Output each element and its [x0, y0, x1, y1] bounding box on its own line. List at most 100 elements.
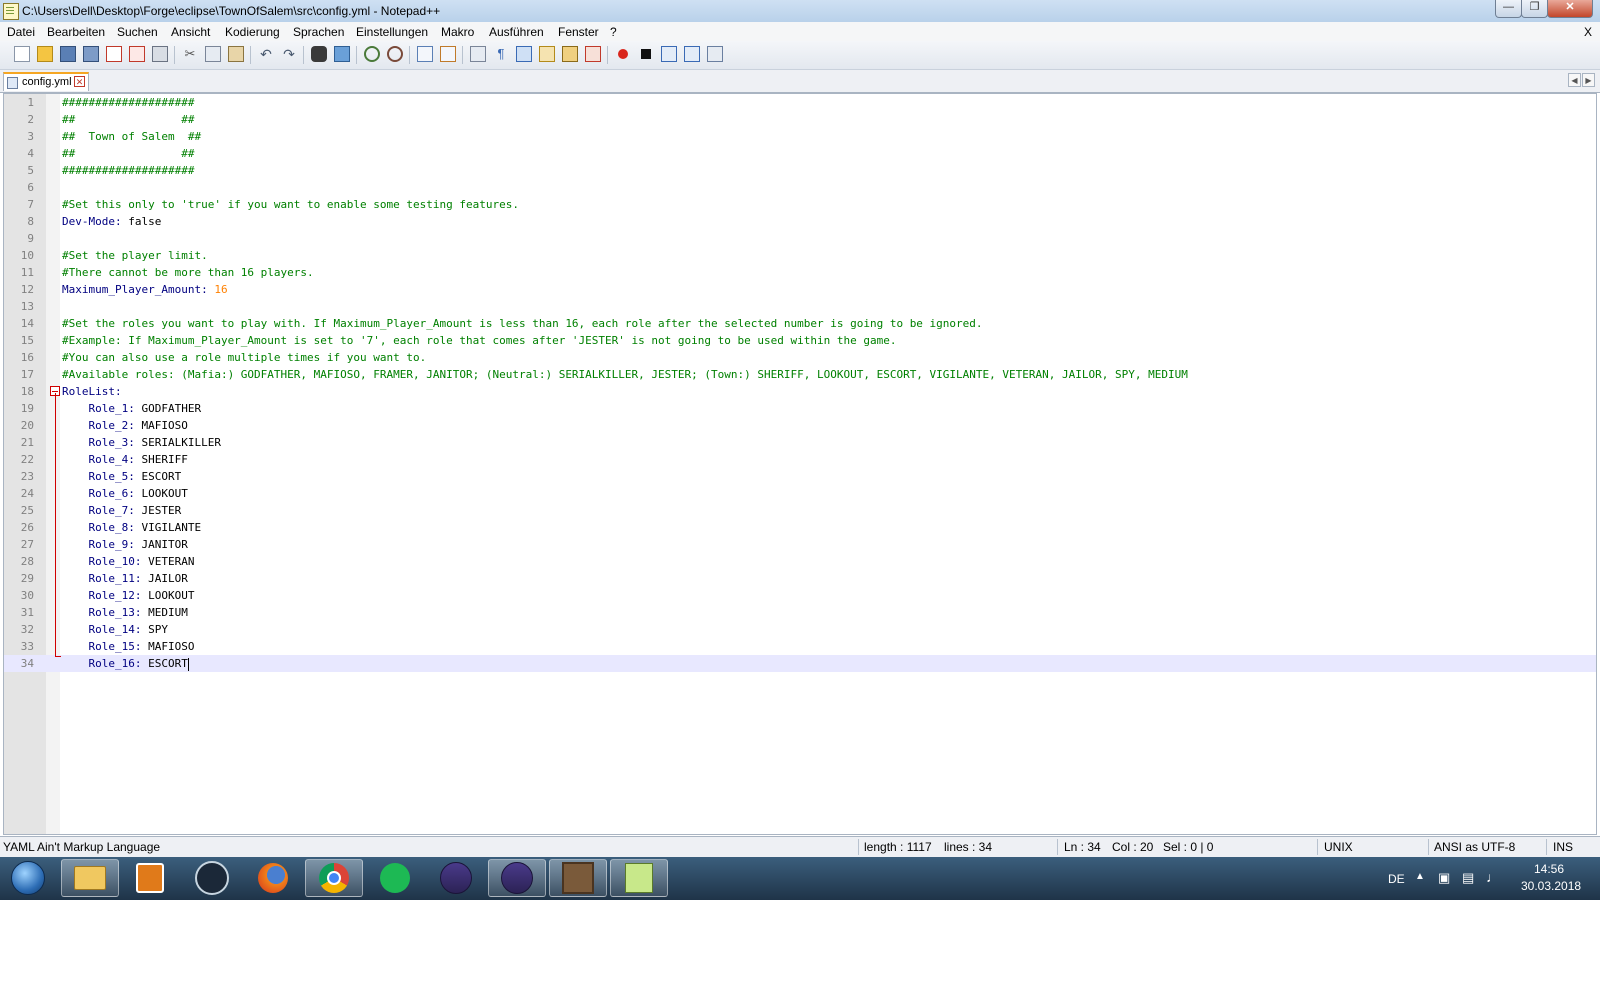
indent-guide-icon[interactable]: [516, 46, 532, 62]
editor[interactable]: 1 #################### 2 ## ## 3 ## Town of S…: [3, 93, 1597, 835]
code-line[interactable]: 18 RoleList:: [4, 383, 1596, 400]
menu-ansicht[interactable]: Ansicht: [171, 25, 210, 39]
maximize-button[interactable]: ❐: [1521, 0, 1548, 18]
doc-map-icon[interactable]: [562, 46, 578, 62]
code-line[interactable]: 9: [4, 230, 1596, 247]
code-line[interactable]: 13: [4, 298, 1596, 315]
language-indicator[interactable]: DE: [1388, 872, 1405, 886]
code-line[interactable]: 14 #Set the roles you want to play with. …: [4, 315, 1596, 332]
code-line[interactable]: 10 #Set the player limit.: [4, 247, 1596, 264]
taskbar-spotify[interactable]: [366, 859, 424, 897]
copy-icon[interactable]: [205, 46, 221, 62]
code-line[interactable]: 4 ## ##: [4, 145, 1596, 162]
code-line[interactable]: 2 ## ##: [4, 111, 1596, 128]
undo-icon[interactable]: ↶: [258, 46, 274, 62]
code-line[interactable]: 12 Maximum_Player_Amount: 16: [4, 281, 1596, 298]
code-line[interactable]: 15 #Example: If Maximum_Player_Amount is …: [4, 332, 1596, 349]
minimize-button[interactable]: —: [1495, 0, 1522, 18]
taskbar-firefox[interactable]: [244, 859, 302, 897]
taskbar-steam[interactable]: [183, 859, 241, 897]
show-all-chars-icon[interactable]: ¶: [493, 46, 509, 62]
volume-icon[interactable]: ♩: [1486, 869, 1500, 885]
zoom-in-icon[interactable]: [364, 46, 380, 62]
code-line[interactable]: 6: [4, 179, 1596, 196]
code-line[interactable]: 27 Role_9: JANITOR: [4, 536, 1596, 553]
code-line[interactable]: 29 Role_11: JAILOR: [4, 570, 1596, 587]
print-icon[interactable]: [152, 46, 168, 62]
code-line[interactable]: 8 Dev-Mode: false: [4, 213, 1596, 230]
find-icon[interactable]: [311, 46, 327, 62]
sync-horizontal-icon[interactable]: [440, 46, 456, 62]
code-line[interactable]: 34 Role_16: ESCORT: [4, 655, 1596, 672]
function-list-icon[interactable]: [585, 46, 601, 62]
device-icon[interactable]: ▣: [1438, 870, 1450, 886]
code-line[interactable]: 24 Role_6: LOOKOUT: [4, 485, 1596, 502]
taskbar-eclipse[interactable]: [427, 859, 485, 897]
new-file-icon[interactable]: [14, 46, 30, 62]
menu-fenster[interactable]: Fenster: [558, 25, 599, 39]
code-line[interactable]: 20 Role_2: MAFIOSO: [4, 417, 1596, 434]
save-macro-icon[interactable]: [707, 46, 723, 62]
taskbar-media-player[interactable]: [121, 859, 179, 897]
network-icon[interactable]: ▤: [1462, 870, 1474, 886]
code-line[interactable]: 1 ####################: [4, 94, 1596, 111]
code-line[interactable]: 22 Role_4: SHERIFF: [4, 451, 1596, 468]
sync-vertical-icon[interactable]: [417, 46, 433, 62]
taskbar-file-explorer[interactable]: [61, 859, 119, 897]
code-line[interactable]: 31 Role_13: MEDIUM: [4, 604, 1596, 621]
replace-icon[interactable]: [334, 46, 350, 62]
code-line[interactable]: 7 #Set this only to 'true' if you want to…: [4, 196, 1596, 213]
open-file-icon[interactable]: [37, 46, 53, 62]
cut-icon[interactable]: ✂: [182, 46, 198, 62]
menu-ausfuehren[interactable]: Ausführen: [489, 25, 544, 39]
close-document-button[interactable]: X: [1584, 25, 1592, 39]
close-window-button[interactable]: ✕: [1547, 0, 1593, 18]
scroll-tabs-right-button[interactable]: ▶: [1582, 73, 1595, 87]
taskbar-minecraft[interactable]: [549, 859, 607, 897]
redo-icon[interactable]: ↷: [281, 46, 297, 62]
close-all-icon[interactable]: [129, 46, 145, 62]
code-line[interactable]: 17 #Available roles: (Mafia:) GODFATHER, …: [4, 366, 1596, 383]
user-lang-icon[interactable]: [539, 46, 555, 62]
menu-makro[interactable]: Makro: [441, 25, 474, 39]
code-line[interactable]: 33 Role_15: MAFIOSO: [4, 638, 1596, 655]
taskbar-eclipse-2[interactable]: [488, 859, 546, 897]
menu-help[interactable]: ?: [610, 25, 617, 39]
menu-suchen[interactable]: Suchen: [117, 25, 158, 39]
stop-macro-icon[interactable]: [638, 46, 654, 62]
zoom-out-icon[interactable]: [387, 46, 403, 62]
close-icon[interactable]: [106, 46, 122, 62]
record-macro-icon[interactable]: [615, 46, 631, 62]
paste-icon[interactable]: [228, 46, 244, 62]
code-line[interactable]: 32 Role_14: SPY: [4, 621, 1596, 638]
word-wrap-icon[interactable]: [470, 46, 486, 62]
show-hidden-icons-icon[interactable]: ▲: [1415, 871, 1425, 882]
start-button[interactable]: [3, 859, 53, 897]
code-line[interactable]: 16 #You can also use a role multiple time…: [4, 349, 1596, 366]
menu-bearbeiten[interactable]: Bearbeiten: [47, 25, 105, 39]
code-line[interactable]: 23 Role_5: ESCORT: [4, 468, 1596, 485]
tab-config-yml[interactable]: config.yml ✕: [3, 72, 89, 91]
code-line[interactable]: 3 ## Town of Salem ##: [4, 128, 1596, 145]
menu-kodierung[interactable]: Kodierung: [225, 25, 280, 39]
code-line[interactable]: 19 Role_1: GODFATHER: [4, 400, 1596, 417]
menu-sprachen[interactable]: Sprachen: [293, 25, 344, 39]
save-all-icon[interactable]: [83, 46, 99, 62]
code-line[interactable]: 28 Role_10: VETERAN: [4, 553, 1596, 570]
code-line[interactable]: 21 Role_3: SERIALKILLER: [4, 434, 1596, 451]
scroll-tabs-left-button[interactable]: ◀: [1568, 73, 1581, 87]
play-macro-icon[interactable]: [661, 46, 677, 62]
code-line[interactable]: 25 Role_7: JESTER: [4, 502, 1596, 519]
code-line[interactable]: 11 #There cannot be more than 16 players.: [4, 264, 1596, 281]
menu-einstellungen[interactable]: Einstellungen: [356, 25, 428, 39]
code-line[interactable]: 30 Role_12: LOOKOUT: [4, 587, 1596, 604]
close-tab-icon[interactable]: ✕: [74, 76, 85, 87]
taskbar-notepadpp[interactable]: [610, 859, 668, 897]
code-line[interactable]: 5 ####################: [4, 162, 1596, 179]
taskbar-chrome[interactable]: [305, 859, 363, 897]
clock-date[interactable]: 30.03.2018: [1521, 879, 1581, 893]
code-line[interactable]: 26 Role_8: VIGILANTE: [4, 519, 1596, 536]
save-icon[interactable]: [60, 46, 76, 62]
menu-datei[interactable]: Datei: [7, 25, 35, 39]
run-macro-multiple-icon[interactable]: [684, 46, 700, 62]
